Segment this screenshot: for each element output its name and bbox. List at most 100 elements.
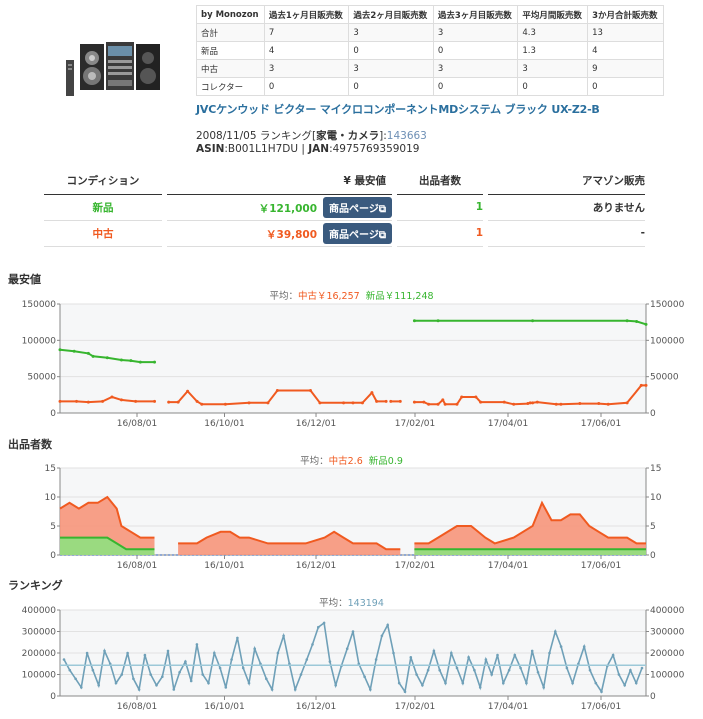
- price-chart-x-tick-label: 17/06/01: [581, 419, 621, 429]
- data-point: [531, 401, 535, 405]
- data-point: [80, 686, 83, 689]
- ranking-chart-x-tick-label: 17/04/01: [488, 702, 528, 712]
- price-chart: 0 0 50000 50000 100000 100000 150000 150000 16/0…: [22, 300, 685, 429]
- data-point: [461, 681, 465, 685]
- data-point: [293, 688, 297, 691]
- data-point: [384, 399, 388, 403]
- asin-value: :B001L1H7DU |: [224, 143, 309, 155]
- ranking-chart-y-tick-label-right: 400000: [650, 606, 685, 616]
- data-point: [611, 653, 615, 657]
- data-point: [189, 679, 193, 683]
- data-point: [432, 649, 436, 653]
- data-point: [397, 681, 401, 685]
- sellers-chart-y-tick-label-right: 0: [650, 551, 656, 561]
- sellers-chart-x-tick-label: 17/02/01: [395, 561, 435, 571]
- data-point: [282, 634, 285, 638]
- data-point: [119, 398, 123, 402]
- sellers-new: 1: [397, 194, 483, 221]
- table-cell: 0: [432, 41, 519, 60]
- data-point: [548, 651, 551, 655]
- asin-label: ASIN: [196, 143, 225, 155]
- data-point: [427, 402, 431, 406]
- ranking-chart-x-tick-label: 16/12/01: [296, 702, 336, 712]
- sellers-used: 1: [397, 220, 483, 247]
- data-point: [236, 636, 239, 640]
- cond-header-sellers: 出品者数: [397, 167, 483, 195]
- data-point: [322, 621, 326, 625]
- data-point: [403, 690, 407, 693]
- data-point: [369, 688, 372, 691]
- table-row: 中古 ￥39,800 商品ページ⧉ 1 -: [44, 220, 645, 247]
- product-page-button-used[interactable]: 商品ページ⧉: [323, 222, 392, 244]
- data-point: [571, 681, 574, 685]
- ranking-prefix: 2008/11/05 ランキング[: [196, 130, 317, 142]
- data-point: [473, 668, 476, 672]
- data-point: [91, 354, 95, 358]
- data-point: [542, 686, 545, 689]
- data-point: [450, 651, 453, 655]
- data-point: [138, 360, 142, 364]
- price-chart-x-tick-label: 17/04/01: [488, 419, 528, 429]
- product-page-button-new[interactable]: 商品ページ⧉: [323, 196, 392, 218]
- data-point: [438, 668, 442, 672]
- table-row: 新品 ￥121,000 商品ページ⧉ 1 ありません: [44, 194, 645, 221]
- data-point: [134, 399, 138, 403]
- data-point: [62, 658, 66, 661]
- data-point: [617, 673, 621, 676]
- table-cell: 3: [517, 59, 589, 78]
- data-point: [496, 653, 499, 657]
- table-cell: 0: [263, 77, 350, 96]
- sellers-chart-x-tick-label: 16/12/01: [296, 561, 336, 571]
- data-point: [412, 400, 416, 404]
- data-point: [629, 668, 632, 672]
- data-point: [535, 400, 539, 404]
- data-point: [415, 673, 418, 676]
- ranking-chart-y-tick-label: 300000: [22, 628, 57, 638]
- data-point: [161, 675, 164, 678]
- data-point: [334, 684, 338, 687]
- data-point: [644, 383, 648, 387]
- table-row: 新品 4 0 0 1.3 4: [196, 41, 664, 60]
- data-point: [554, 402, 558, 406]
- cond-header-price: ¥ 最安値: [167, 167, 392, 195]
- price-chart-x-tick-label: 16/10/01: [204, 419, 244, 429]
- data-point: [155, 684, 158, 687]
- table-cell: コレクター: [196, 77, 265, 96]
- data-point: [266, 401, 270, 405]
- data-point: [247, 401, 251, 405]
- price-chart-y-tick-label: 0: [50, 409, 56, 419]
- data-point: [143, 653, 147, 657]
- data-point: [149, 673, 152, 676]
- data-point: [275, 388, 279, 392]
- product-page-label: 商品ページ: [329, 203, 379, 215]
- data-point: [85, 651, 89, 655]
- ranking-mid: ]:: [379, 130, 387, 142]
- data-point: [305, 658, 309, 661]
- data-point: [105, 356, 109, 360]
- data-point: [512, 402, 516, 406]
- sellers-chart-y-tick-label: 10: [45, 493, 57, 503]
- product-title-link[interactable]: JVCケンウッド ビクター マイクロコンポーネントMDシステム ブラック UX-…: [196, 101, 600, 117]
- ranking-chart-y-tick-label-right: 200000: [650, 649, 685, 659]
- data-point: [74, 677, 77, 681]
- ranking-chart-x-tick-label: 17/02/01: [395, 702, 435, 712]
- table-cell: 3: [432, 59, 519, 78]
- data-point: [389, 399, 393, 403]
- data-point: [317, 625, 320, 629]
- data-point: [536, 671, 540, 674]
- data-point: [370, 391, 374, 395]
- data-point: [625, 401, 629, 405]
- data-point: [299, 673, 303, 676]
- data-point: [634, 681, 638, 685]
- asin-line: ASIN:B001L1H7DU | JAN:4975769359019: [196, 143, 419, 155]
- table-cell: 0: [348, 77, 434, 96]
- data-point: [311, 643, 314, 646]
- data-point: [176, 400, 180, 404]
- table-cell: 3: [348, 59, 434, 78]
- data-point: [597, 402, 601, 406]
- price-chart-label: 最安値: [8, 273, 41, 286]
- data-point: [137, 688, 141, 691]
- data-point: [441, 398, 445, 402]
- table-cell: 中古: [196, 59, 265, 78]
- data-point: [436, 402, 440, 406]
